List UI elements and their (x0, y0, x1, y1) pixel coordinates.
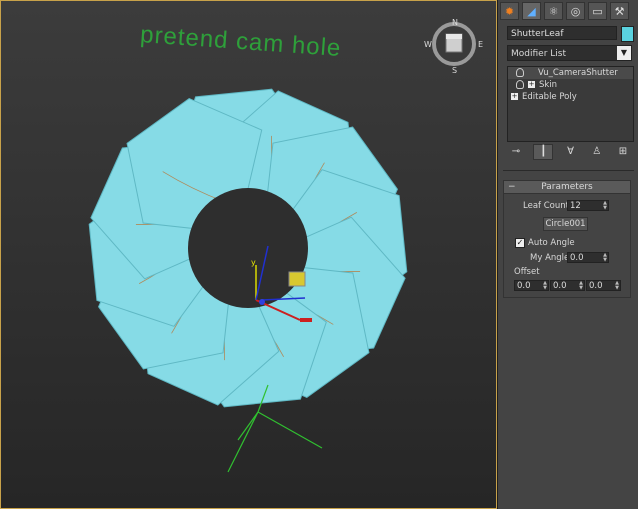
spinner-arrows-icon[interactable]: ▲ ▼ (543, 281, 547, 291)
auto-angle-checkbox[interactable]: ✓ (515, 238, 525, 248)
panel-divider (503, 170, 634, 171)
spinner-arrows-icon[interactable]: ▲ ▼ (579, 281, 583, 291)
remove-modifier-icon[interactable]: ♙ (588, 145, 606, 159)
stack-toolbar: ⊸ ┃ ∀ ♙ ⊞ (507, 144, 632, 160)
rollout-title: Parameters (541, 182, 593, 192)
motion-tab[interactable]: ◎ (566, 2, 585, 20)
make-unique-icon[interactable]: ∀ (562, 145, 580, 159)
object-name-field[interactable]: ShutterLeaf (507, 26, 617, 40)
command-panel-tabs: ✹ ◢ ⚛ ◎ ▭ ⚒ (500, 2, 637, 20)
viewcube-icon[interactable] (430, 20, 478, 68)
gizmo-y-label: y (251, 258, 256, 267)
stack-item-label: Editable Poly (522, 92, 577, 102)
create-icon: ✹ (504, 4, 515, 18)
create-tab[interactable]: ✹ (500, 2, 519, 20)
spinner-arrows-icon[interactable]: ▲ ▼ (603, 201, 607, 211)
display-icon: ▭ (592, 4, 603, 18)
display-tab[interactable]: ▭ (588, 2, 607, 20)
offset-z-spinner[interactable]: 0.0 ▲ ▼ (586, 280, 621, 291)
chevron-down-icon: ▼ (617, 46, 631, 60)
collapse-minus-icon: − (508, 182, 516, 192)
center-hole (188, 188, 308, 308)
leaf-count-spinner[interactable]: 12 ▲ ▼ (567, 200, 609, 211)
spinner-arrows-icon[interactable]: ▲ ▼ (615, 281, 619, 291)
spinner-arrows-icon[interactable]: ▲ ▼ (603, 253, 607, 263)
viewcube-compass[interactable]: N S W E (424, 18, 483, 75)
stack-item-skin[interactable]: + Skin (508, 79, 633, 91)
leaf-count-value: 12 (570, 201, 581, 211)
hierarchy-icon: ⚛ (548, 4, 559, 18)
expand-plus-icon[interactable]: + (528, 81, 535, 88)
bulb-icon[interactable] (516, 80, 524, 89)
stack-item-label: Skin (539, 80, 558, 90)
parameters-rollout-header[interactable]: − Parameters (504, 181, 630, 194)
expand-plus-icon[interactable]: + (511, 93, 518, 100)
utilities-tab[interactable]: ⚒ (610, 2, 629, 20)
my-angle-spinner[interactable]: 0.0 ▲ ▼ (567, 252, 609, 263)
modifier-list-dropdown[interactable]: Modifier List ▼ (507, 45, 632, 61)
utilities-icon: ⚒ (614, 4, 625, 18)
bulb-icon[interactable] (516, 68, 524, 77)
compass-east-label: E (478, 40, 484, 49)
offset-z-value: 0.0 (589, 281, 603, 291)
auto-angle-label: Auto Angle (528, 238, 575, 248)
offset-x-spinner[interactable]: 0.0 ▲ ▼ (514, 280, 549, 291)
shutter-leaves (88, 88, 408, 408)
offset-y-spinner[interactable]: 0.0 ▲ ▼ (550, 280, 585, 291)
stack-item-editable-poly[interactable]: + Editable Poly (508, 91, 633, 103)
offset-label: Offset (514, 267, 540, 277)
motion-icon: ◎ (570, 4, 581, 18)
hierarchy-tab[interactable]: ⚛ (544, 2, 563, 20)
circle-pick-button[interactable]: Circle001 (543, 217, 588, 231)
parameters-rollout: − Parameters Leaf Count 12 ▲ ▼ Circle001 … (503, 180, 631, 298)
configure-sets-icon[interactable]: ⊞ (614, 145, 632, 159)
command-panel: ✹ ◢ ⚛ ◎ ▭ ⚒ ShutterLeaf Modifier List ▼ … (497, 0, 638, 509)
my-angle-value: 0.0 (570, 253, 584, 263)
my-angle-label: My Angle (530, 253, 570, 263)
compass-south-label: S (452, 66, 458, 75)
show-end-result-icon[interactable]: ┃ (533, 144, 554, 160)
modify-tab[interactable]: ◢ (522, 2, 541, 20)
modifier-list-label: Modifier List (511, 49, 566, 59)
offset-x-value: 0.0 (517, 281, 531, 291)
stack-item-label: Vu_CameraShutter (538, 68, 618, 78)
modify-icon: ◢ (527, 4, 536, 18)
modifier-stack[interactable]: Vu_CameraShutter + Skin + Editable Poly (507, 66, 634, 142)
stack-item-vu-camerashutter[interactable]: Vu_CameraShutter (508, 67, 633, 79)
object-color-swatch[interactable] (621, 26, 634, 42)
compass-west-label: W (424, 40, 432, 49)
compass-north-label: N (452, 18, 458, 27)
pin-stack-icon[interactable]: ⊸ (507, 145, 525, 159)
leaf-count-label: Leaf Count (523, 201, 569, 211)
perspective-viewport[interactable]: pretend cam hole N S W E y (0, 0, 497, 509)
offset-y-value: 0.0 (553, 281, 567, 291)
